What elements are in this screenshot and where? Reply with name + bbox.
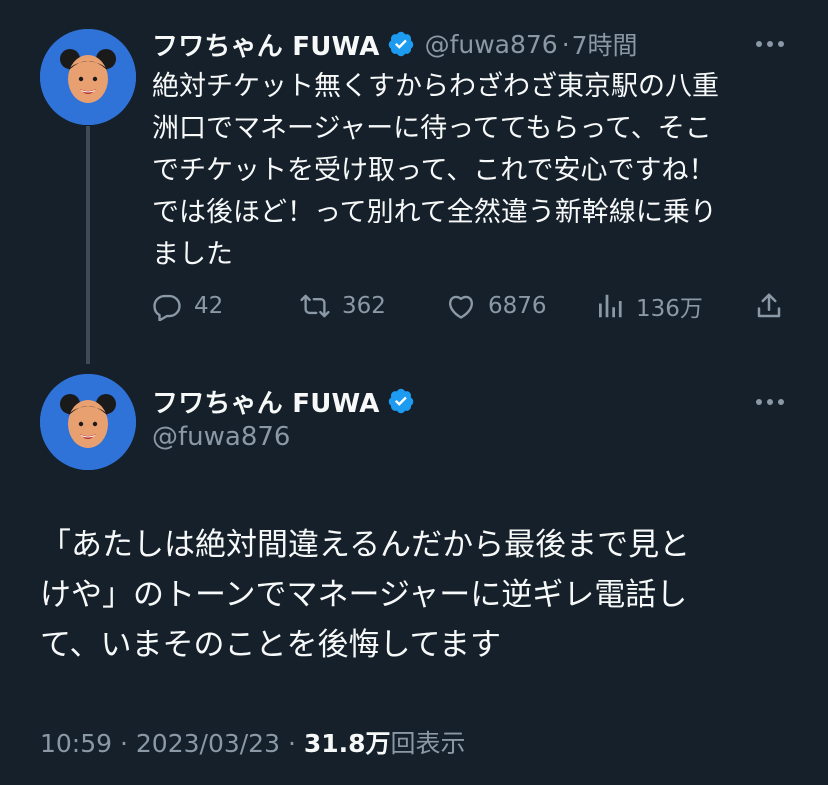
avatar-face-icon xyxy=(40,29,136,125)
avatar[interactable] xyxy=(40,29,136,125)
tweet-text-line: でチケットを受け取って、これで安心ですね！ xyxy=(152,155,716,186)
verified-badge-icon xyxy=(387,30,415,58)
retweet-count: 362 xyxy=(342,293,386,319)
tweet-text-line: 絶対チケット無くすからわざわざ東京駅の八重 xyxy=(152,71,719,102)
avatar[interactable] xyxy=(40,374,136,470)
handle[interactable]: @fuwa876 xyxy=(152,422,290,452)
tweet-text-line: 洲口でマネージャーに待っててもらって、そこ xyxy=(152,113,712,144)
share-upload-icon xyxy=(757,293,781,318)
tweet-text-line: ました xyxy=(152,239,233,270)
separator-dot: · xyxy=(287,729,296,758)
separator-dot: · xyxy=(561,29,570,59)
tweet-1[interactable]: フワちゃん FUWA @fuwa876 · 7時間 絶対チケット無くすからわざわ… xyxy=(0,0,828,364)
timestamp[interactable]: 7時間 xyxy=(572,26,638,62)
like-button[interactable]: 6876 xyxy=(446,291,547,321)
more-dots-icon[interactable] xyxy=(754,38,786,50)
tweet-2-text: 「あたしは絶対間違えるんだから最後まで見と けや」のトーンでマネージャーに逆ギレ… xyxy=(40,520,800,670)
verified-badge-icon xyxy=(387,387,415,415)
views-button[interactable]: 136万 xyxy=(594,289,703,323)
tweet-text-line: て、いまそのことを後悔してます xyxy=(40,627,501,663)
post-date[interactable]: 2023/03/23 xyxy=(136,729,280,758)
tweet-text-line: では後ほど！って別れて全然違う新幹線に乗り xyxy=(152,197,717,228)
reply-bubble-icon xyxy=(153,294,181,321)
tweet-2-header: フワちゃん FUWA xyxy=(152,383,415,420)
reply-count: 42 xyxy=(194,293,224,319)
retweet-button[interactable]: 362 xyxy=(300,291,386,321)
heart-icon xyxy=(449,295,473,319)
tweet-1-text: 絶対チケット無くすからわざわざ東京駅の八重 洲口でマネージャーに待っててもらって… xyxy=(152,66,792,276)
tweet-text-line: 「あたしは絶対間違えるんだから最後まで見と xyxy=(40,527,691,563)
thread-line xyxy=(86,126,90,364)
share-button[interactable] xyxy=(754,291,784,321)
display-name[interactable]: フワちゃん FUWA xyxy=(152,383,380,420)
post-time[interactable]: 10:59 xyxy=(40,729,112,758)
views-count: 31.8万 xyxy=(303,729,391,758)
handle[interactable]: @fuwa876 xyxy=(425,30,558,59)
action-bar: 42 362 6876 136万 xyxy=(152,284,792,328)
tweet-meta: 10:59 · 2023/03/23 · 31.8万回表示 xyxy=(40,724,466,760)
reply-button[interactable]: 42 xyxy=(152,291,223,321)
like-count: 6876 xyxy=(488,293,547,319)
display-name[interactable]: フワちゃん FUWA xyxy=(152,26,380,63)
views-count: 136万 xyxy=(636,296,703,322)
more-dots-icon[interactable] xyxy=(754,396,786,408)
avatar-face-icon xyxy=(40,374,136,470)
views-label: 回表示 xyxy=(390,729,466,758)
tweet-1-header: フワちゃん FUWA @fuwa876 · 7時間 xyxy=(152,26,638,63)
separator-dot: · xyxy=(120,729,128,758)
tweet-text-line: けや」のトーンでマネージャーに逆ギレ電話し xyxy=(40,577,688,613)
bar-chart-icon xyxy=(599,294,622,318)
retweet-arrows-icon xyxy=(300,294,330,318)
